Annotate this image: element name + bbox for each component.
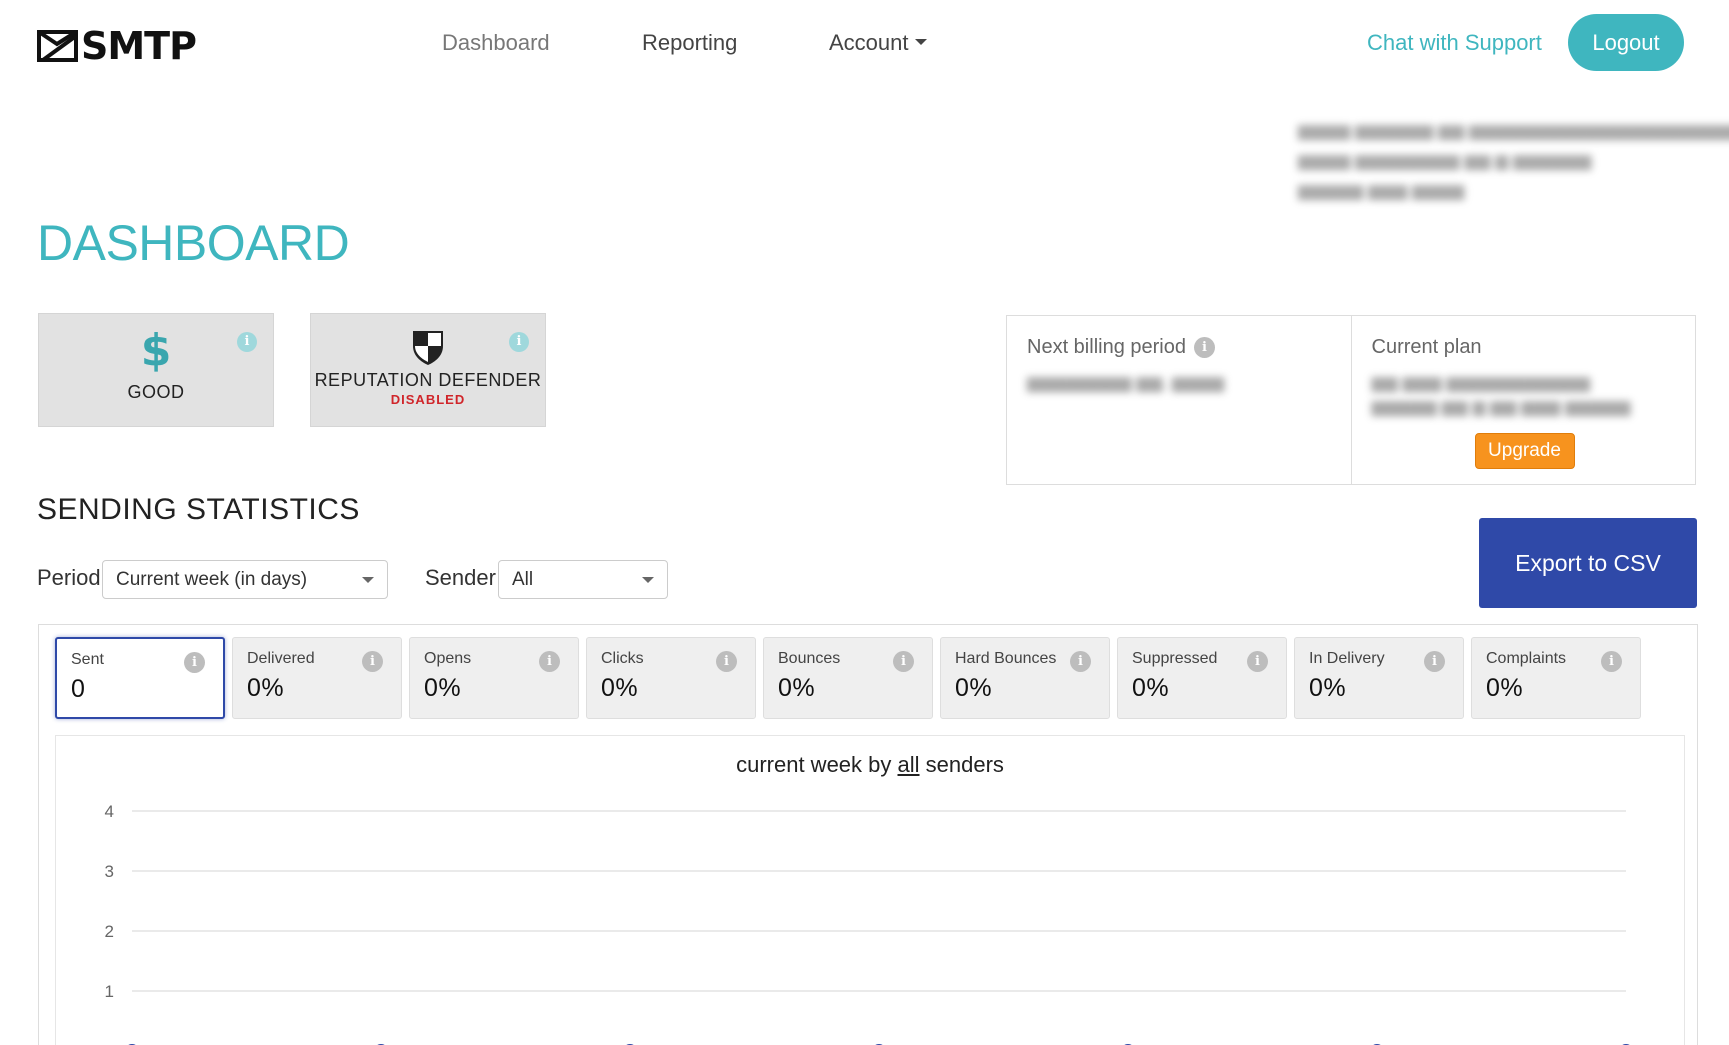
period-select[interactable]: Current week (in days) bbox=[102, 560, 388, 599]
metric-opens[interactable]: Opens 0% i bbox=[409, 637, 579, 719]
metric-sent[interactable]: Sent 0 i bbox=[55, 637, 225, 719]
section-title: SENDING STATISTICS bbox=[37, 493, 360, 526]
metric-value: 0% bbox=[1132, 674, 1170, 702]
nav-dashboard[interactable]: Dashboard bbox=[442, 30, 550, 56]
metric-suppressed[interactable]: Suppressed 0% i bbox=[1117, 637, 1287, 719]
next-billing-label: Next billing period bbox=[1027, 336, 1186, 358]
caret-down-icon bbox=[914, 39, 927, 45]
period-label: Period bbox=[37, 565, 101, 590]
reputation-defender-tile[interactable]: i REPUTATION DEFENDER DISABLED bbox=[310, 313, 546, 427]
next-billing-section: Next billing period i ▆▆▆▆▆▆▆▆ ▆▆, ▆▆▆▆ bbox=[1007, 316, 1351, 484]
sender-select[interactable]: All bbox=[498, 560, 668, 599]
current-plan-label: Current plan bbox=[1371, 336, 1482, 358]
chevron-down-icon bbox=[642, 576, 654, 583]
logo-text: SMTP bbox=[81, 24, 197, 68]
redacted-line: ▆▆▆▆ ▆▆▆▆▆▆▆▆ ▆▆ ▆ ▆▆▆▆▆▆ bbox=[1298, 151, 1592, 170]
metric-value: 0% bbox=[955, 674, 993, 702]
y-tick-label: 2 bbox=[105, 922, 114, 941]
metric-value: 0% bbox=[247, 674, 285, 702]
info-icon[interactable]: i bbox=[893, 651, 914, 672]
redacted-line: ▆▆▆▆▆ ▆▆▆ ▆▆▆▆ bbox=[1298, 181, 1465, 200]
redacted-line: ▆▆▆▆ ▆▆▆▆▆▆ ▆▆ ▆▆▆▆▆▆▆▆▆▆▆▆▆▆▆▆▆▆▆▆▆▆ bbox=[1298, 121, 1729, 140]
y-tick-label: 3 bbox=[105, 862, 114, 881]
page-title: DASHBOARD bbox=[37, 215, 350, 271]
account-info-redacted: ▆▆▆▆ ▆▆▆▆▆▆ ▆▆ ▆▆▆▆▆▆▆▆▆▆▆▆▆▆▆▆▆▆▆▆▆▆ ▆▆… bbox=[1298, 116, 1729, 206]
info-icon[interactable]: i bbox=[362, 651, 383, 672]
chevron-down-icon bbox=[362, 576, 374, 583]
info-icon[interactable]: i bbox=[1070, 651, 1091, 672]
nav-account-label: Account bbox=[829, 30, 909, 55]
chart-area: current week by all senders 1234 bbox=[55, 735, 1685, 1045]
info-icon[interactable]: i bbox=[184, 652, 205, 673]
nav-reporting[interactable]: Reporting bbox=[642, 30, 737, 56]
metric-bounces[interactable]: Bounces 0% i bbox=[763, 637, 933, 719]
good-label: GOOD bbox=[127, 382, 185, 402]
billing-panel: Next billing period i ▆▆▆▆▆▆▆▆ ▆▆, ▆▆▆▆ … bbox=[1006, 315, 1696, 485]
info-icon[interactable]: i bbox=[716, 651, 737, 672]
shield-icon bbox=[413, 331, 443, 365]
info-icon[interactable]: i bbox=[237, 332, 257, 352]
reputation-status-badge: DISABLED bbox=[390, 392, 466, 407]
sender-select-value: All bbox=[512, 568, 534, 590]
reputation-defender-label: REPUTATION DEFENDER bbox=[314, 370, 542, 390]
y-tick-label: 4 bbox=[105, 802, 114, 821]
info-icon[interactable]: i bbox=[1193, 337, 1215, 358]
metric-in-delivery[interactable]: In Delivery 0% i bbox=[1294, 637, 1464, 719]
metric-value: 0% bbox=[778, 674, 816, 702]
smtp-logo[interactable]: SMTP bbox=[37, 24, 197, 68]
period-select-value: Current week (in days) bbox=[116, 568, 308, 590]
dollar-icon: $ bbox=[140, 325, 172, 376]
sender-label: Sender bbox=[425, 565, 496, 590]
metric-value: 0 bbox=[71, 675, 86, 703]
metric-value: 0% bbox=[601, 674, 639, 702]
next-billing-date-redacted: ▆▆▆▆▆▆▆▆ ▆▆, ▆▆▆▆ bbox=[1027, 373, 1225, 392]
reputation-good-tile[interactable]: i $ GOOD bbox=[38, 313, 274, 427]
metric-complaints[interactable]: Complaints 0% i bbox=[1471, 637, 1641, 719]
info-icon[interactable]: i bbox=[539, 651, 560, 672]
info-icon[interactable]: i bbox=[1247, 651, 1268, 672]
current-plan-section: Current plan ▆▆ ▆▆▆ ▆▆▆▆▆▆▆▆▆▆▆ ▆▆▆▆▆ ▆▆… bbox=[1350, 316, 1696, 484]
info-icon[interactable]: i bbox=[509, 332, 529, 352]
y-tick-label: 1 bbox=[105, 982, 114, 1001]
metric-hard-bounces[interactable]: Hard Bounces 0% i bbox=[940, 637, 1110, 719]
export-csv-button[interactable]: Export to CSV bbox=[1479, 518, 1697, 608]
logout-button[interactable]: Logout bbox=[1568, 14, 1684, 71]
envelope-logo-icon bbox=[37, 30, 78, 62]
upgrade-button[interactable]: Upgrade bbox=[1474, 433, 1575, 469]
nav-account[interactable]: Account bbox=[829, 30, 927, 56]
line-chart: 1 2 3 4 bbox=[105, 802, 1630, 1045]
metric-value: 0% bbox=[1309, 674, 1347, 702]
info-icon[interactable]: i bbox=[1601, 651, 1622, 672]
plan-usage-redacted: ▆▆▆▆▆ ▆▆ ▆ ▆▆ ▆▆▆ ▆▆▆▆▆ bbox=[1371, 397, 1631, 416]
plan-name-redacted: ▆▆ ▆▆▆ ▆▆▆▆▆▆▆▆▆▆▆ bbox=[1371, 373, 1591, 392]
info-icon[interactable]: i bbox=[1424, 651, 1445, 672]
metric-value: 0% bbox=[424, 674, 462, 702]
metric-value: 0% bbox=[1486, 674, 1524, 702]
metric-delivered[interactable]: Delivered 0% i bbox=[232, 637, 402, 719]
chat-support-link[interactable]: Chat with Support bbox=[1367, 30, 1542, 56]
metric-clicks[interactable]: Clicks 0% i bbox=[586, 637, 756, 719]
